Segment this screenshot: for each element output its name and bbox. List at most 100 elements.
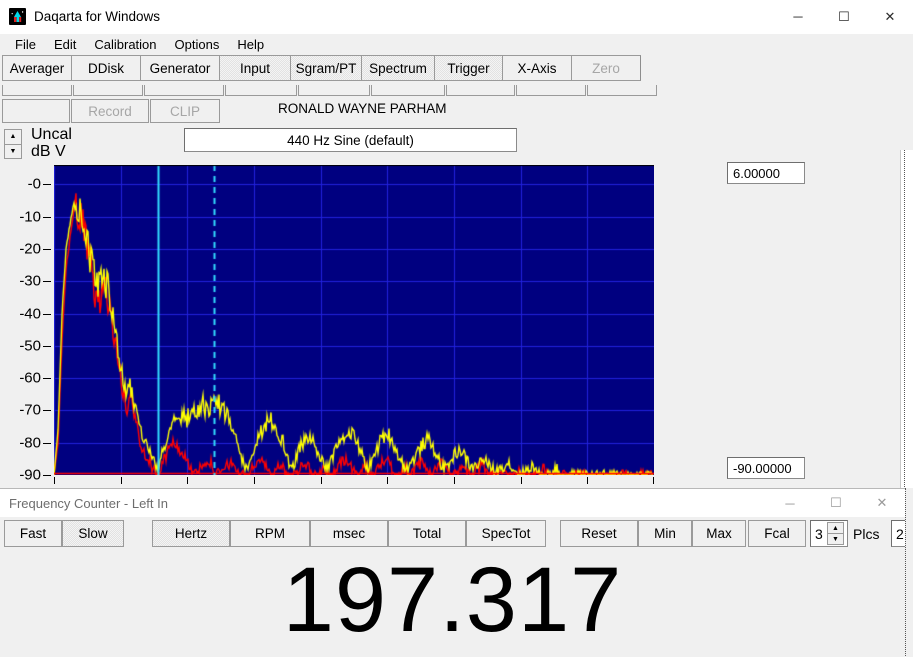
y-axis-tick-label: -10 <box>19 208 41 226</box>
places-spinner[interactable]: ▲ ▼ <box>827 522 844 545</box>
fc-close-button[interactable]: ✕ <box>859 489 905 517</box>
fc-button-min[interactable]: Min <box>638 520 692 547</box>
frequency-counter-right-strip <box>905 488 913 656</box>
spectrum-plot-area: -0 -10 -20 -30 -40 -50 -60 -70 -80 -90 <box>0 165 913 495</box>
tab-ddisk[interactable]: DDisk <box>71 55 141 81</box>
y-axis-tick-label: -30 <box>19 272 41 290</box>
fc-button-rpm[interactable]: RPM <box>230 520 310 547</box>
x-axis-tick-mark <box>454 477 455 484</box>
y-axis-tick-mark <box>43 410 51 412</box>
frequency-counter-window: Frequency Counter - Left In ─ ☐ ✕ Fcal Ma… <box>0 488 913 657</box>
frequency-counter-window-controls: ─ ☐ ✕ <box>767 489 905 517</box>
tab-stub-trigger <box>446 85 515 96</box>
tab-stub-row <box>0 85 913 97</box>
tab-spectrum[interactable]: Spectrum <box>361 55 435 81</box>
menu-edit[interactable]: Edit <box>45 35 85 54</box>
y-axis-tick-label: -80 <box>19 434 41 452</box>
frequency-readout: 197.317 <box>282 549 623 651</box>
x-axis-tick-mark <box>387 477 388 484</box>
tab-sgram-pt[interactable]: Sgram/PT <box>290 55 362 81</box>
tab-zero: Zero <box>571 55 641 81</box>
x-axis-tick-mark <box>54 477 55 484</box>
places-spin-up-icon[interactable]: ▲ <box>827 522 844 534</box>
tab-stub-zero <box>587 85 657 96</box>
menu-options[interactable]: Options <box>166 35 229 54</box>
y-axis-tick-label: -70 <box>19 401 41 419</box>
fc-button-fast[interactable]: Fast <box>4 520 62 547</box>
owner-name-label: RONALD WAYNE PARHAM <box>278 101 447 116</box>
spectrum-canvas[interactable] <box>54 165 654 475</box>
x-axis-tick-mark <box>521 477 522 484</box>
y-axis-tick-mark <box>43 378 51 380</box>
tab-stub-averager <box>2 85 72 96</box>
tab-stub-input <box>225 85 297 96</box>
tab-stub-spectrum <box>371 85 445 96</box>
fc-minimize-button[interactable]: ─ <box>767 489 813 517</box>
frequency-counter-title: Frequency Counter - Left In <box>9 495 168 511</box>
y-axis-tick-label: -40 <box>19 305 41 323</box>
fc-button-max[interactable]: Max <box>692 520 746 547</box>
window-title: Daqarta for Windows <box>34 9 161 24</box>
trace-title-field[interactable]: 440 Hz Sine (default) <box>184 128 517 152</box>
y-axis-tick-mark <box>43 216 51 218</box>
record-row: Record CLIP RONALD WAYNE PARHAM <box>0 97 913 125</box>
fc-button-hertz[interactable]: Hertz <box>152 520 230 547</box>
menu-help[interactable]: Help <box>228 35 273 54</box>
tab-stub-sgram-pt <box>298 85 370 96</box>
uncal-label: Uncal <box>31 126 72 143</box>
scale-spin-down-icon[interactable]: ▼ <box>4 144 22 159</box>
menu-file[interactable]: File <box>6 35 45 54</box>
y-axis-tick-mark <box>43 281 51 283</box>
y-axis-tick-label: -20 <box>19 240 41 258</box>
y-axis-tick-mark <box>43 442 51 444</box>
fc-button-reset[interactable]: Reset <box>560 520 638 547</box>
tab-stub-generator <box>144 85 224 96</box>
tab-stub-x-axis <box>516 85 586 96</box>
x-axis-tick-mark <box>653 477 654 484</box>
menu-calibration[interactable]: Calibration <box>85 35 165 54</box>
tab-trigger[interactable]: Trigger <box>434 55 503 81</box>
minimize-button[interactable]: ─ <box>775 0 821 33</box>
fc-button-spectot[interactable]: SpecTot <box>466 520 546 547</box>
places-label: Plcs <box>853 526 880 542</box>
close-button[interactable]: ✕ <box>867 0 913 33</box>
fc-button-slow[interactable]: Slow <box>62 520 124 547</box>
maximize-button[interactable]: ☐ <box>821 0 867 33</box>
y-axis-tick-label: -90 <box>19 466 41 484</box>
y-axis-tick-mark <box>43 184 51 186</box>
clip-button[interactable]: CLIP <box>150 99 220 123</box>
fc-button-msec[interactable]: msec <box>310 520 388 547</box>
window-controls: ─ ☐ ✕ <box>775 0 913 33</box>
menubar: File Edit Calibration Options Help <box>0 34 913 55</box>
x-axis-tick-mark <box>254 477 255 484</box>
places-spin-down-icon[interactable]: ▼ <box>827 534 844 545</box>
x-axis-tick-mark <box>121 477 122 484</box>
vertical-scroll-strip[interactable] <box>900 150 913 495</box>
tab-averager[interactable]: Averager <box>2 55 72 81</box>
frequency-counter-toolbar: Fcal Max Min Reset SpecTot Total msec RPM Hertz S… <box>0 517 913 550</box>
x-axis-tick-mark <box>187 477 188 484</box>
y-axis-tick-mark <box>43 475 51 476</box>
y-axis-tick-mark <box>43 313 51 315</box>
scale-spin-up-icon[interactable]: ▲ <box>4 129 22 145</box>
blank-button[interactable] <box>2 99 70 123</box>
daqarta-app-icon <box>9 8 26 25</box>
record-button[interactable]: Record <box>71 99 149 123</box>
y-axis-labels: -0 -10 -20 -30 -40 -50 -60 -70 -80 -90 <box>0 165 54 484</box>
frequency-counter-titlebar: Frequency Counter - Left In ─ ☐ ✕ <box>0 489 905 517</box>
scale-spinner[interactable]: ▲ ▼ <box>4 129 22 159</box>
x-axis-tick-mark <box>587 477 588 484</box>
tab-stub-ddisk <box>73 85 143 96</box>
y-axis-tick-label: -0 <box>27 175 41 193</box>
fc-button-total[interactable]: Total <box>388 520 466 547</box>
tab-generator[interactable]: Generator <box>140 55 220 81</box>
tab-input[interactable]: Input <box>219 55 291 81</box>
fc-button-fcal[interactable]: Fcal <box>748 520 806 547</box>
scroll-strip-track <box>904 150 913 495</box>
tab-strip: Averager DDisk Generator Input Sgram/PT Spect… <box>0 55 913 85</box>
y-axis-tick-mark <box>43 345 51 347</box>
tab-x-axis[interactable]: X-Axis <box>502 55 572 81</box>
units-label: dB V <box>31 143 66 160</box>
fc-maximize-button[interactable]: ☐ <box>813 489 859 517</box>
y-axis-tick-label: -60 <box>19 369 41 387</box>
